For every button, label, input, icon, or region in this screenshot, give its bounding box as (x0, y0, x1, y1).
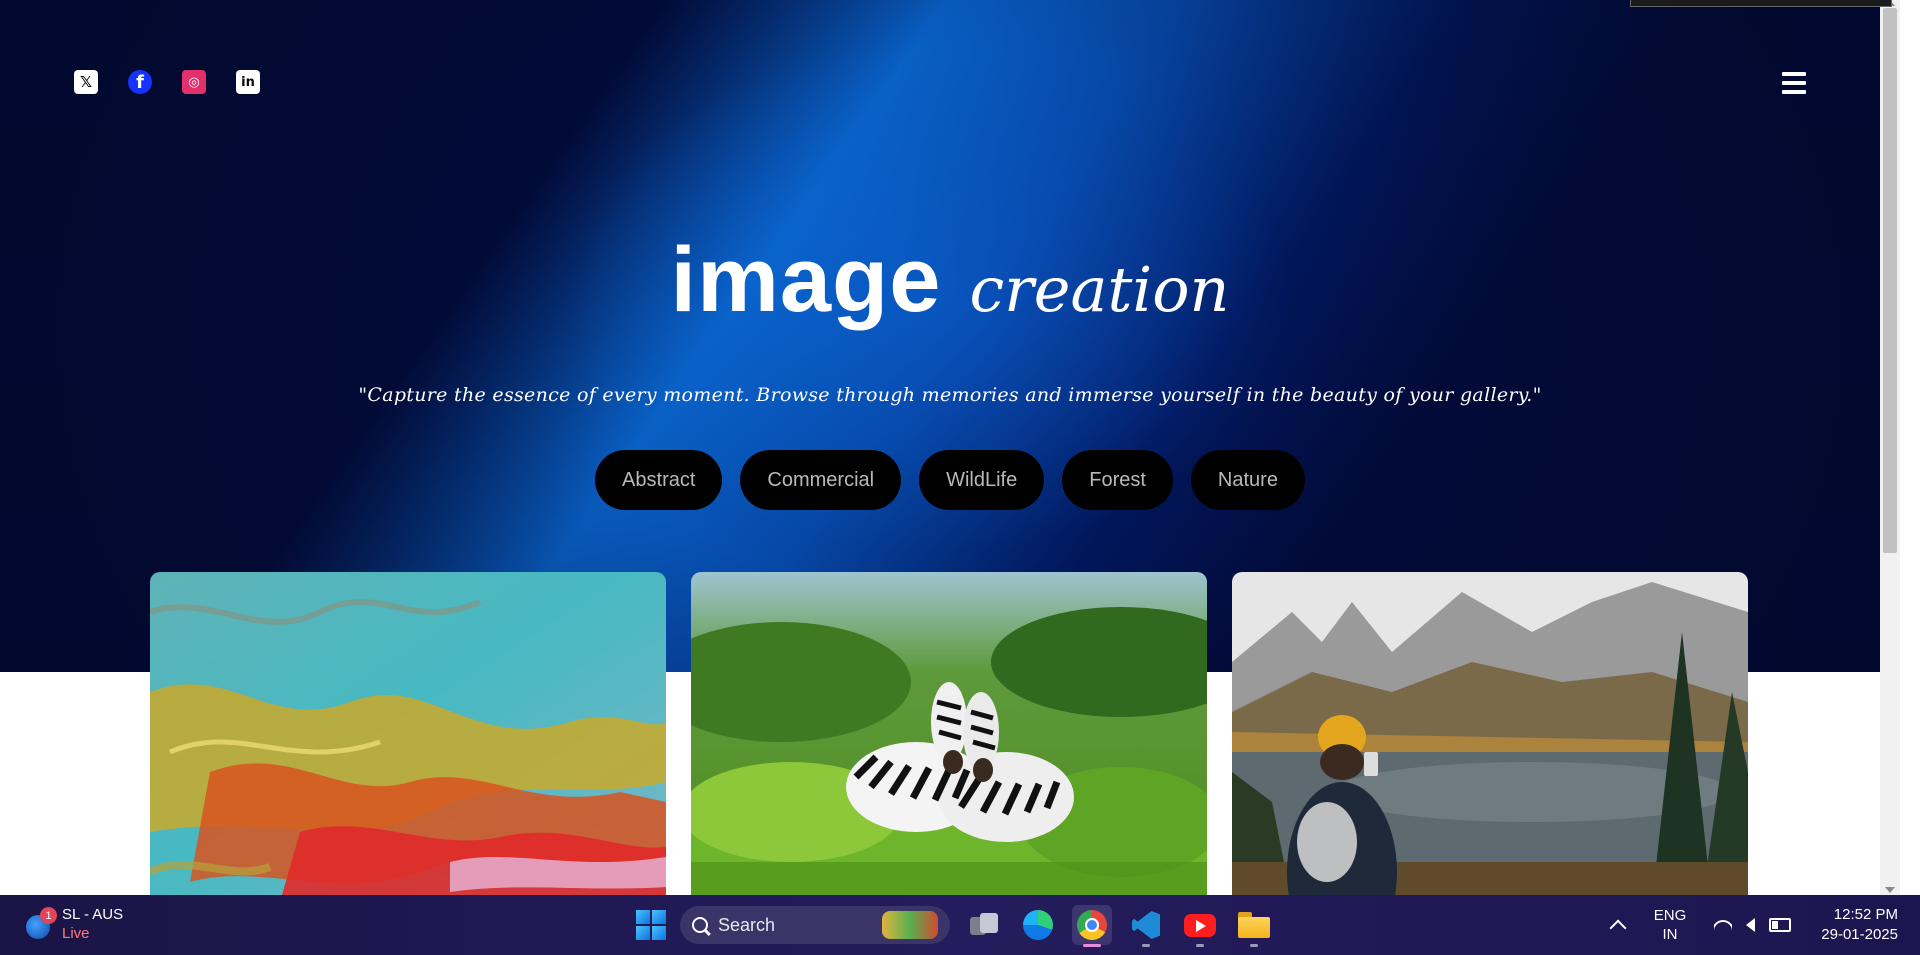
widgets-button[interactable]: 1 SL - AUS Live (24, 905, 123, 943)
category-wildlife[interactable]: WildLife (919, 450, 1045, 510)
instagram-icon[interactable]: ◎ (182, 70, 206, 94)
quick-settings[interactable] (1714, 918, 1792, 932)
edge-button[interactable] (1018, 905, 1058, 945)
taskbar-search[interactable]: Search (680, 906, 950, 944)
search-label: Search (718, 914, 776, 935)
linkedin-icon[interactable]: in (236, 70, 260, 94)
widget-title: SL - AUS (62, 906, 124, 923)
mountain-lake-hiker-image[interactable] (1232, 572, 1748, 895)
task-view-icon (970, 913, 998, 937)
clock[interactable]: 12:52 PM 29-01-2025 (1821, 905, 1898, 945)
file-explorer-button[interactable] (1234, 905, 1274, 947)
taskbar: 1 SL - AUS Live Search ENG IN 12:52 PM 2… (0, 895, 1920, 955)
cricket-score-icon: 1 (24, 907, 57, 939)
clock-date: 29-01-2025 (1821, 926, 1898, 943)
youtube-icon (1184, 913, 1216, 937)
widget-status: Live (62, 925, 90, 942)
windows-start-icon[interactable] (636, 910, 666, 940)
wifi-icon (1714, 918, 1732, 932)
category-filters: Abstract Commercial WildLife Forest Natu… (0, 450, 1900, 510)
vscode-button[interactable] (1126, 905, 1166, 947)
title-script: creation (969, 253, 1230, 326)
notification-badge: 1 (40, 907, 57, 924)
browser-viewport: 𝕏 f ◎ in image creation "Capture the esse… (0, 0, 1900, 895)
page-scrollbar[interactable] (1880, 0, 1900, 895)
x-twitter-icon[interactable]: 𝕏 (74, 70, 98, 94)
title-main: image (670, 229, 942, 331)
chevron-up-icon[interactable] (1609, 919, 1627, 937)
volume-icon (1746, 918, 1756, 932)
search-icon (692, 917, 708, 933)
taskbar-apps: Search (636, 903, 1274, 947)
abstract-paint-image[interactable] (150, 572, 666, 895)
category-forest[interactable]: Forest (1062, 450, 1173, 510)
chrome-button[interactable] (1072, 905, 1112, 947)
category-nature[interactable]: Nature (1190, 450, 1305, 510)
zebras-image[interactable] (691, 572, 1207, 895)
scroll-down-icon[interactable] (1885, 887, 1895, 893)
tooltip-edge (1630, 0, 1892, 7)
image-gallery (150, 572, 1748, 895)
category-commercial[interactable]: Commercial (740, 450, 902, 510)
edge-icon (1023, 910, 1053, 940)
task-view-button[interactable] (964, 905, 1004, 945)
battery-icon (1769, 918, 1792, 932)
search-highlight-icon (882, 911, 938, 939)
hamburger-menu-icon[interactable] (1782, 72, 1806, 94)
facebook-icon[interactable]: f (128, 70, 152, 94)
language-code: ENG (1653, 907, 1687, 924)
youtube-button[interactable] (1180, 905, 1220, 947)
clock-time: 12:52 PM (1833, 906, 1898, 923)
category-abstract[interactable]: Abstract (595, 450, 723, 510)
vscode-icon (1132, 911, 1160, 939)
hero-quote: "Capture the essence of every moment. Br… (358, 384, 1542, 406)
social-links: 𝕏 f ◎ in (74, 70, 260, 94)
language-indicator[interactable]: ENG IN (1654, 906, 1687, 944)
system-tray: ENG IN 12:52 PM 29-01-2025 (1592, 895, 1920, 955)
region-code: IN (1662, 926, 1678, 943)
chrome-icon (1077, 910, 1107, 940)
page-title: image creation (0, 228, 1900, 333)
folder-icon (1238, 912, 1270, 938)
